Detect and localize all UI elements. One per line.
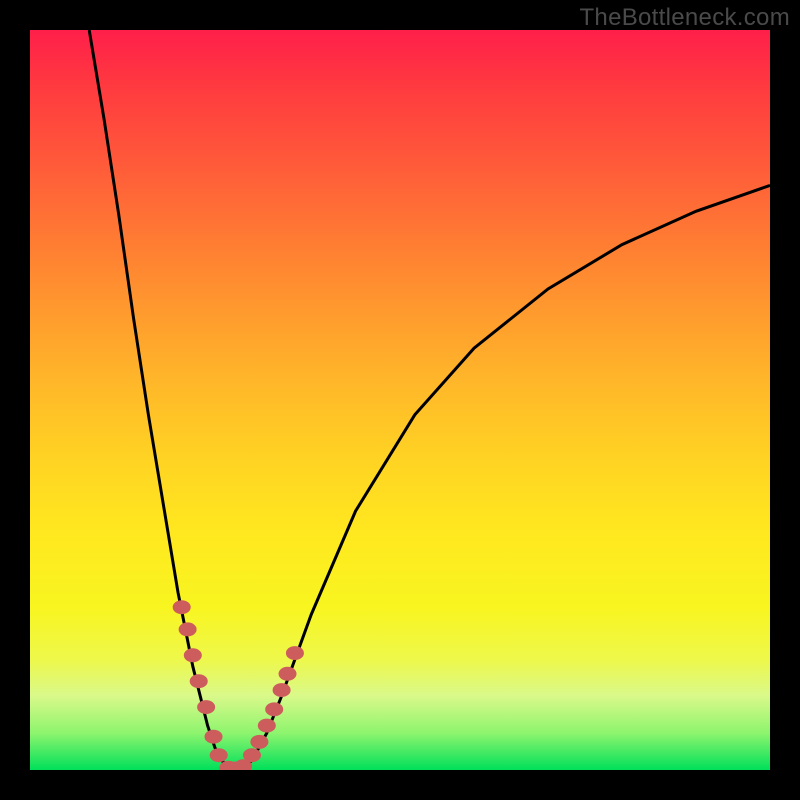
curve-svg (30, 30, 770, 770)
marker-dot (258, 719, 276, 733)
line-left-branch (89, 30, 237, 770)
marker-dot (205, 730, 223, 744)
marker-dot (190, 674, 208, 688)
marker-dot (173, 600, 191, 614)
watermark-text: TheBottleneck.com (579, 4, 790, 32)
marker-dot (197, 700, 215, 714)
marker-dot (179, 622, 197, 636)
marker-dot (286, 646, 304, 660)
marker-group (173, 600, 304, 770)
plot-area (30, 30, 770, 770)
marker-dot (273, 683, 291, 697)
marker-dot (279, 667, 297, 681)
marker-dot (210, 748, 228, 762)
marker-dot (184, 648, 202, 662)
marker-dot (250, 735, 268, 749)
line-right-branch (237, 185, 770, 770)
marker-dot (265, 702, 283, 716)
chart-frame: TheBottleneck.com (0, 0, 800, 800)
marker-dot (243, 748, 261, 762)
